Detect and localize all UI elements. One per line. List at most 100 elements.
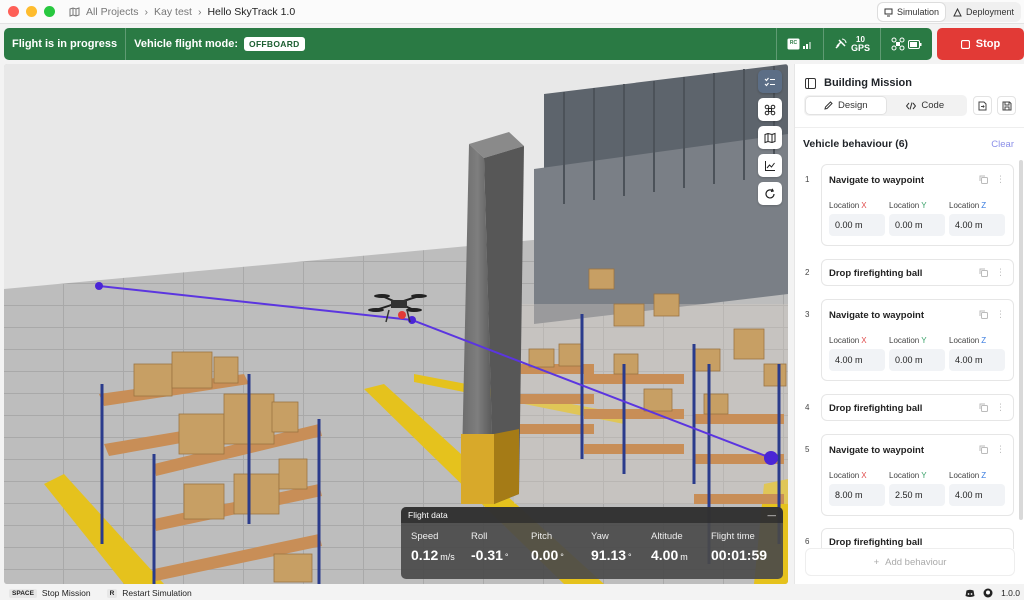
discord-icon[interactable] xyxy=(965,589,975,598)
location-z: Location Z 4.00 m xyxy=(949,336,1005,371)
tab-code-label: Code xyxy=(921,100,945,111)
location-label: Location xyxy=(949,201,980,210)
copy-icon[interactable] xyxy=(979,175,988,184)
metric-roll: Roll -0.31 ° xyxy=(471,531,531,563)
minimize-window-button[interactable] xyxy=(26,6,37,17)
location-y: Location Y 0.00 m xyxy=(889,201,945,236)
behaviour-card[interactable]: Navigate to waypoint ⋮ Location X 4.00 m … xyxy=(821,299,1014,381)
metric-flight-time: Flight time 00:01:59 xyxy=(711,531,771,563)
maximize-window-button[interactable] xyxy=(44,6,55,17)
panel-divider xyxy=(795,127,1024,128)
behaviour-card[interactable]: Drop firefighting ball ⋮ xyxy=(821,259,1014,286)
metric-altitude: Altitude 4.00 m xyxy=(651,531,711,563)
add-behaviour-button[interactable]: + Add behaviour xyxy=(805,548,1015,576)
simulation-viewport[interactable]: Flight data — Speed 0.12 m/s Roll -0.31 ° … xyxy=(4,64,788,584)
shortcut-action[interactable]: Restart Simulation xyxy=(122,588,191,598)
behaviour-title: Navigate to waypoint xyxy=(829,310,925,321)
waypoint-marker xyxy=(764,451,778,465)
location-x-input[interactable]: 0.00 m xyxy=(829,214,885,236)
support-pillar xyxy=(461,132,524,504)
window-titlebar: All Projects › Kay test › Hello SkyTrack… xyxy=(0,0,1024,24)
behaviour-header: Vehicle behaviour (6) xyxy=(803,138,909,150)
drone-icon xyxy=(891,37,905,51)
simulation-tab[interactable]: Simulation xyxy=(877,3,945,21)
breadcrumb-separator: › xyxy=(144,5,149,18)
location-x-input[interactable]: 8.00 m xyxy=(829,484,885,506)
metric-value: -0.31 xyxy=(471,547,503,563)
panel-title: Building Mission xyxy=(805,77,912,89)
behaviour-title: Drop firefighting ball xyxy=(829,537,923,548)
plus-icon: + xyxy=(873,556,880,568)
app-version: 1.0.0 xyxy=(1001,588,1020,598)
more-icon[interactable]: ⋮ xyxy=(996,267,1005,278)
signal-icon xyxy=(802,42,811,49)
step-number: 3 xyxy=(805,310,810,319)
deployment-icon xyxy=(953,7,962,16)
more-icon[interactable]: ⋮ xyxy=(996,174,1005,185)
chart-view-button[interactable] xyxy=(758,154,782,177)
location-label: Location xyxy=(949,471,980,480)
behaviour-title: Drop firefighting ball xyxy=(829,268,923,279)
save-button[interactable] xyxy=(997,96,1016,115)
gps-label: GPS xyxy=(850,43,870,53)
axis-z: Z xyxy=(981,336,987,345)
metric-value: 4.00 xyxy=(651,547,679,563)
more-icon[interactable]: ⋮ xyxy=(996,402,1005,413)
location-label: Location xyxy=(829,336,860,345)
stop-icon xyxy=(960,39,970,49)
clear-button[interactable]: Clear xyxy=(991,139,1014,150)
breadcrumb-all-projects[interactable]: All Projects xyxy=(86,6,139,18)
location-y-input[interactable]: 0.00 m xyxy=(889,349,945,371)
warehouse-scene xyxy=(4,64,788,584)
more-icon[interactable]: ⋮ xyxy=(996,444,1005,455)
behaviour-card[interactable]: Drop firefighting ball ⋮ xyxy=(821,394,1014,421)
copy-icon[interactable] xyxy=(979,445,988,454)
stop-button[interactable]: Stop xyxy=(937,28,1024,60)
collapse-button[interactable]: — xyxy=(768,510,777,520)
location-y-input[interactable]: 0.00 m xyxy=(889,214,945,236)
location-z-input[interactable]: 4.00 m xyxy=(949,349,1005,371)
breadcrumb-project[interactable]: Kay test xyxy=(154,6,192,18)
metric-value: 0.12 xyxy=(411,547,439,563)
drone-view-button[interactable] xyxy=(758,98,782,121)
location-y-input[interactable]: 2.50 m xyxy=(889,484,945,506)
github-icon[interactable] xyxy=(983,588,993,598)
scrollbar[interactable] xyxy=(1019,160,1023,520)
deployment-label: Deployment xyxy=(965,7,1014,17)
copy-icon[interactable] xyxy=(979,268,988,277)
metric-value: 00:01:59 xyxy=(711,547,768,563)
chart-icon xyxy=(765,160,775,171)
map-view-button[interactable] xyxy=(758,126,782,149)
reset-view-button[interactable] xyxy=(758,182,782,205)
close-window-button[interactable] xyxy=(8,6,19,17)
waypoint-marker xyxy=(95,282,103,290)
simulation-label: Simulation xyxy=(896,7,939,17)
rc-indicator: RC xyxy=(775,28,823,60)
location-x-input[interactable]: 4.00 m xyxy=(829,349,885,371)
metric-label: Yaw xyxy=(591,531,609,542)
more-icon[interactable]: ⋮ xyxy=(996,309,1005,320)
location-z-input[interactable]: 4.00 m xyxy=(949,484,1005,506)
metric-label: Altitude xyxy=(651,531,683,542)
shortcut-action[interactable]: Stop Mission xyxy=(42,588,91,598)
flight-status-bar: Flight is in progress Vehicle flight mod… xyxy=(4,28,932,60)
checklist-icon xyxy=(764,77,775,86)
location-x: Location X 8.00 m xyxy=(829,471,885,506)
metric-value: 91.13 xyxy=(591,547,627,563)
tab-code[interactable]: Code xyxy=(886,97,966,114)
behaviour-card[interactable]: Drop firefighting ball xyxy=(821,528,1014,549)
step-number: 2 xyxy=(805,268,810,277)
card-actions: ⋮ xyxy=(979,444,1005,455)
copy-icon[interactable] xyxy=(979,310,988,319)
behaviour-card[interactable]: Navigate to waypoint ⋮ Location X 0.00 m … xyxy=(821,164,1014,246)
tab-design[interactable]: Design xyxy=(806,97,886,114)
tab-design-label: Design xyxy=(837,100,868,111)
deployment-tab[interactable]: Deployment xyxy=(947,3,1020,21)
behaviour-card[interactable]: Navigate to waypoint ⋮ Location X 8.00 m … xyxy=(821,434,1014,516)
metric-label: Speed xyxy=(411,531,439,542)
checklist-tool-button[interactable] xyxy=(758,70,782,93)
copy-icon[interactable] xyxy=(979,403,988,412)
export-button[interactable] xyxy=(973,96,992,115)
location-z-input[interactable]: 4.00 m xyxy=(949,214,1005,236)
stop-label: Stop xyxy=(975,38,1001,50)
